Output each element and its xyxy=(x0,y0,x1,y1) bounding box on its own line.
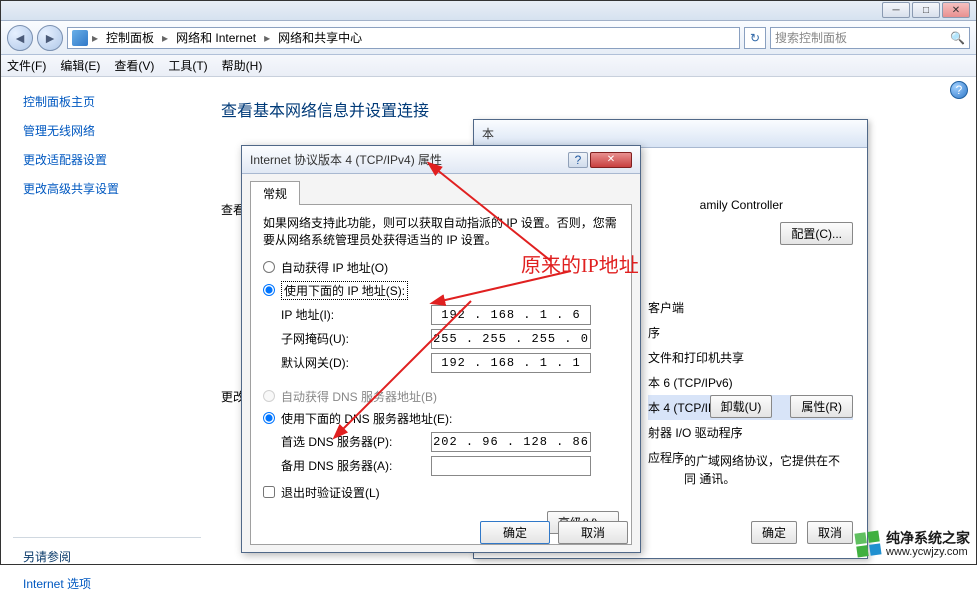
dialog-titlebar[interactable]: Internet 协议版本 4 (TCP/IPv4) 属性 ? ✕ xyxy=(242,146,640,174)
refresh-button[interactable]: ↻ xyxy=(744,27,766,49)
page-title: 查看基本网络信息并设置连接 xyxy=(221,97,976,121)
controller-name: amily Controller xyxy=(700,198,783,212)
dns1-label: 首选 DNS 服务器(P): xyxy=(281,433,431,450)
control-panel-icon xyxy=(72,30,88,46)
radio-auto-dns: 自动获得 DNS 服务器地址(B) xyxy=(263,388,619,405)
menu-file[interactable]: 文件(F) xyxy=(7,57,46,74)
radio-use-ip[interactable]: 使用下面的 IP 地址(S): xyxy=(263,281,619,300)
radio-label: 自动获得 DNS 服务器地址(B) xyxy=(281,388,437,405)
cancel-button[interactable]: 取消 xyxy=(558,521,628,544)
address-bar[interactable]: ▸ 控制面板 ▸ 网络和 Internet ▸ 网络和共享中心 xyxy=(67,27,740,49)
chevron-right-icon: ▸ xyxy=(264,31,270,45)
cancel-button[interactable]: 取消 xyxy=(807,521,853,544)
uninstall-button[interactable]: 卸载(U) xyxy=(710,395,773,418)
breadcrumb[interactable]: 网络和 Internet xyxy=(172,29,260,46)
dns2-label: 备用 DNS 服务器(A): xyxy=(281,457,431,474)
description-text: 的广域网络协议，它提供在不同 通讯。 xyxy=(684,452,847,488)
validate-checkbox[interactable]: 退出时验证设置(L) xyxy=(263,484,619,501)
radio-use-dns[interactable]: 使用下面的 DNS 服务器地址(E): xyxy=(263,410,619,427)
back-button[interactable]: ◄ xyxy=(7,25,33,51)
mask-label: 子网掩码(U): xyxy=(281,330,431,347)
menu-view[interactable]: 查看(V) xyxy=(114,57,154,74)
sidebar: 控制面板主页 管理无线网络 更改适配器设置 更改高级共享设置 另请参阅 Inte… xyxy=(1,79,201,564)
maximize-button[interactable]: □ xyxy=(912,2,940,18)
minimize-button[interactable]: ─ xyxy=(882,2,910,18)
radio-label: 自动获得 IP 地址(O) xyxy=(281,259,388,276)
search-input[interactable]: 搜索控制面板 🔍 xyxy=(770,27,970,49)
menu-help[interactable]: 帮助(H) xyxy=(222,57,263,74)
ip-label: IP 地址(I): xyxy=(281,306,431,323)
sidebar-link-adapter[interactable]: 更改适配器设置 xyxy=(23,151,201,168)
help-icon[interactable]: ? xyxy=(568,152,588,168)
list-item[interactable]: 文件和打印机共享 xyxy=(648,345,853,370)
configure-button[interactable]: 配置(C)... xyxy=(780,222,853,245)
chevron-right-icon: ▸ xyxy=(92,31,98,45)
ok-button[interactable]: 确定 xyxy=(480,521,550,544)
dialog-title: Internet 协议版本 4 (TCP/IPv4) 属性 xyxy=(250,151,442,168)
tab-strip: 常规 xyxy=(250,180,632,205)
annotation-text: 原来的IP地址 xyxy=(521,249,639,278)
navigation-bar: ◄ ► ▸ 控制面板 ▸ 网络和 Internet ▸ 网络和共享中心 ↻ 搜索… xyxy=(1,21,976,55)
info-text: 如果网络支持此功能，则可以获取自动指派的 IP 设置。否则，您需要从网络系统管理… xyxy=(263,215,619,249)
menu-edit[interactable]: 编辑(E) xyxy=(60,57,100,74)
menu-tools[interactable]: 工具(T) xyxy=(168,57,207,74)
watermark-brand: 纯净系统之家 xyxy=(886,531,970,546)
dialog-title: 本 xyxy=(482,125,494,142)
list-item[interactable]: 射器 I/O 驱动程序 xyxy=(648,420,853,445)
sidebar-link-internet-options[interactable]: Internet 选项 xyxy=(23,575,201,592)
sidebar-link-sharing[interactable]: 更改高级共享设置 xyxy=(23,180,201,197)
close-button[interactable]: ✕ xyxy=(942,2,970,18)
breadcrumb[interactable]: 网络和共享中心 xyxy=(274,29,366,46)
dns1-input[interactable]: 202 . 96 . 128 . 86 xyxy=(431,432,591,452)
ip-input[interactable]: 192 . 168 . 1 . 6 xyxy=(431,305,591,325)
sidebar-link-home[interactable]: 控制面板主页 xyxy=(23,93,201,110)
list-item[interactable]: 本 6 (TCP/IPv6) xyxy=(648,370,853,395)
tab-general[interactable]: 常规 xyxy=(250,181,300,205)
mask-input[interactable]: 255 . 255 . 255 . 0 xyxy=(431,329,591,349)
gateway-input[interactable]: 192 . 168 . 1 . 1 xyxy=(431,353,591,373)
ipv4-properties-dialog: Internet 协议版本 4 (TCP/IPv4) 属性 ? ✕ 常规 如果网… xyxy=(241,145,641,553)
list-item[interactable]: 序 xyxy=(648,320,853,345)
radio-label: 使用下面的 IP 地址(S): xyxy=(281,281,408,300)
logo-icon xyxy=(854,531,881,558)
chevron-right-icon: ▸ xyxy=(162,31,168,45)
gateway-label: 默认网关(D): xyxy=(281,354,431,371)
close-icon[interactable]: ✕ xyxy=(590,152,632,168)
checkbox-label: 退出时验证设置(L) xyxy=(281,484,380,501)
dns2-input[interactable] xyxy=(431,456,591,476)
breadcrumb[interactable]: 控制面板 xyxy=(102,29,158,46)
ok-button[interactable]: 确定 xyxy=(751,521,797,544)
radio-label: 使用下面的 DNS 服务器地址(E): xyxy=(281,410,452,427)
list-item[interactable]: 客户端 xyxy=(648,295,853,320)
search-placeholder: 搜索控制面板 xyxy=(775,29,847,46)
see-also-label: 另请参阅 xyxy=(23,548,201,565)
menu-bar: 文件(F) 编辑(E) 查看(V) 工具(T) 帮助(H) xyxy=(1,55,976,77)
forward-button[interactable]: ► xyxy=(37,25,63,51)
watermark: 纯净系统之家 www.ycwjzy.com xyxy=(856,531,970,558)
properties-button[interactable]: 属性(R) xyxy=(790,395,853,418)
search-icon: 🔍 xyxy=(950,31,965,45)
dialog-titlebar: 本 xyxy=(474,120,867,148)
sidebar-link-wireless[interactable]: 管理无线网络 xyxy=(23,122,201,139)
watermark-url: www.ycwjzy.com xyxy=(886,546,970,558)
divider xyxy=(13,537,201,538)
window-titlebar: ─ □ ✕ xyxy=(1,1,976,21)
